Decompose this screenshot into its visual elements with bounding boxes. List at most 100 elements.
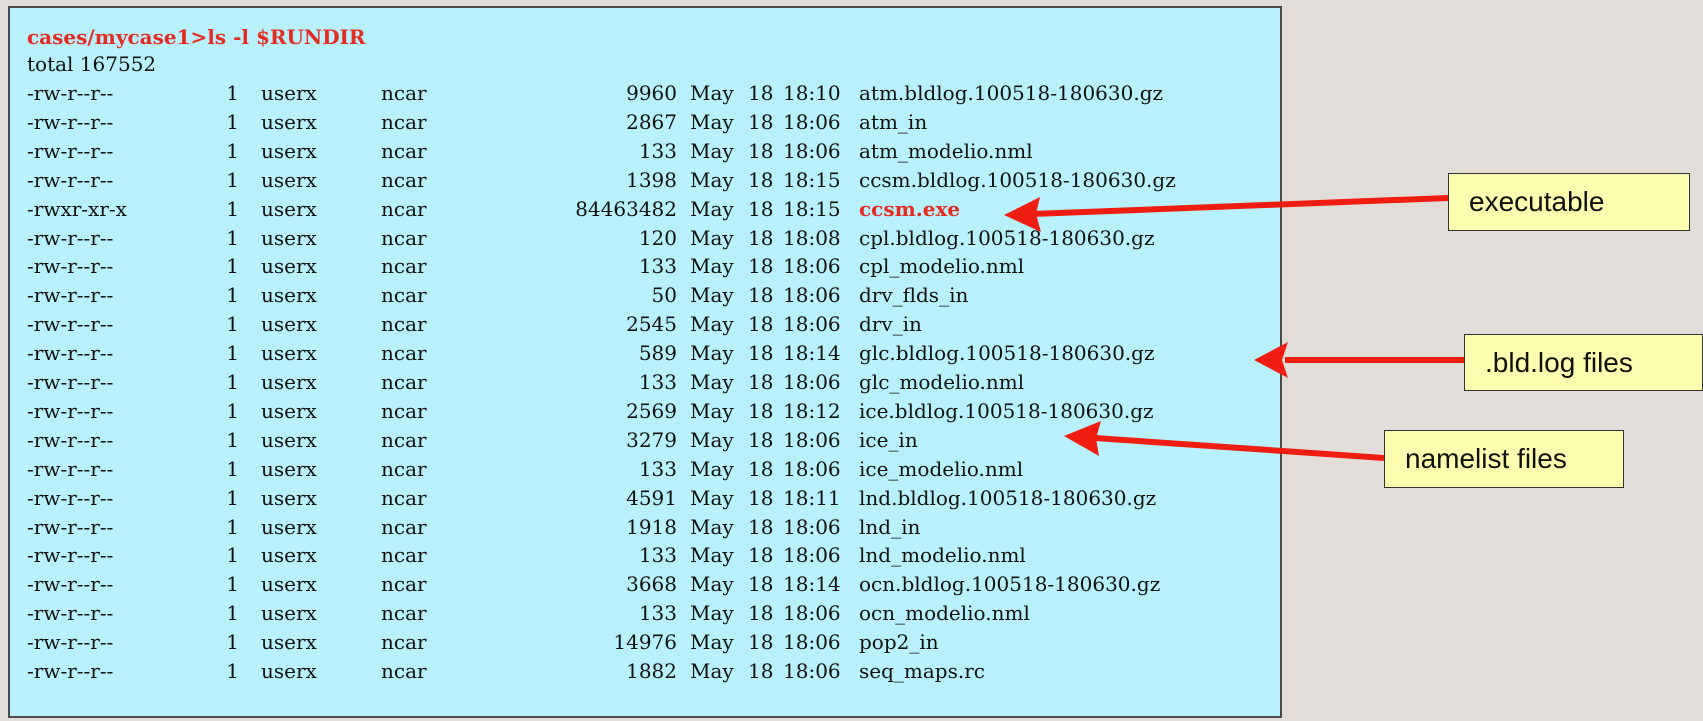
callout-bldlog-label: .bld.log files [1485,346,1633,378]
listing-group: ncar [381,398,427,423]
listing-name: drv_flds_in [859,283,969,308]
listing-group: ncar [381,167,427,192]
listing-row: -rw-r--r-- 1 userx ncar 3668 May 18 18:14 ocn.bl… [27,570,1257,598]
listing-day: 18 [748,514,774,539]
callout-executable: executable [1448,173,1690,231]
listing-group: ncar [381,81,427,105]
listing-size: 1882 [626,659,677,683]
listing-time: 18:06 [783,138,841,163]
listing-time: 18:15 [783,167,841,192]
listing-name: ice.bldlog.100518-180630.gz [859,398,1154,423]
listing-time: 18:06 [783,514,841,539]
listing-day: 18 [748,543,774,568]
listing-group: ncar [381,138,427,163]
listing-day: 18 [748,572,774,597]
listing-perm: -rw-r--r-- [27,81,114,105]
listing-row: -rw-r--r-- 1 userx ncar 120 May 18 18:08 cpl.bld… [27,224,1257,252]
listing-size: 2545 [626,312,677,337]
listing-links: 1 [226,312,239,337]
listing-name: pop2_in [859,630,939,655]
listing-month: May [690,543,734,568]
listing-name: ice_modelio.nml [859,456,1024,481]
listing-group: ncar [381,514,427,539]
listing-owner: userx [261,138,317,163]
listing-size: 120 [638,225,677,250]
listing-time: 18:12 [783,398,841,423]
listing-size: 50 [651,283,677,308]
listing-perm: -rw-r--r-- [27,167,114,192]
listing-time: 18:06 [783,427,841,452]
listing-name: lnd.bldlog.100518-180630.gz [859,485,1157,510]
listing-links: 1 [226,138,239,163]
listing-links: 1 [226,398,239,423]
listing-links: 1 [226,630,239,655]
listing-row: -rw-r--r-- 1 userx ncar 133 May 18 18:06 lnd_mod… [27,541,1257,569]
listing-size: 133 [638,370,677,394]
listing-name: atm.bldlog.100518-180630.gz [859,81,1164,105]
listing-owner: userx [261,659,317,683]
listing-month: May [690,659,734,683]
listing-owner: userx [261,341,317,366]
listing-day: 18 [748,283,774,308]
listing-name: ocn.bldlog.100518-180630.gz [859,572,1161,597]
listing-group: ncar [381,254,427,279]
listing-month: May [690,254,734,279]
listing-group: ncar [381,109,427,134]
listing-day: 18 [748,167,774,192]
listing-name: atm_modelio.nml [859,138,1033,163]
listing-size: 14976 [613,630,677,655]
listing-owner: userx [261,485,317,510]
callout-namelist: namelist files [1384,430,1624,488]
listing-month: May [690,572,734,597]
listing-day: 18 [748,630,774,655]
listing-perm: -rw-r--r-- [27,601,114,626]
callout-executable-label: executable [1469,186,1605,217]
listing-perm: -rw-r--r-- [27,543,114,568]
listing-group: ncar [381,543,427,568]
listing-time: 18:08 [783,225,841,250]
listing-month: May [690,312,734,337]
listing-perm: -rwxr-xr-x [27,196,127,221]
listing-owner: userx [261,81,317,105]
listing-perm: -rw-r--r-- [27,283,114,308]
listing-group: ncar [381,312,427,337]
listing-time: 18:06 [783,630,841,655]
listing-size: 133 [638,138,677,163]
listing-name: ocn_modelio.nml [859,601,1030,626]
listing-perm: -rw-r--r-- [27,659,114,683]
listing-size: 2569 [626,398,677,423]
listing-perm: -rw-r--r-- [27,370,114,394]
listing-owner: userx [261,254,317,279]
listing-month: May [690,109,734,134]
listing-month: May [690,485,734,510]
listing-row: -rw-r--r-- 1 userx ncar 9960 May 18 18:10 atm.bl… [27,79,1257,107]
listing-row: -rw-r--r-- 1 userx ncar 133 May 18 18:06 cpl_mod… [27,252,1257,280]
listing-name: lnd_in [859,514,921,539]
listing-owner: userx [261,370,317,394]
listing-owner: userx [261,283,317,308]
listing-name: glc.bldlog.100518-180630.gz [859,341,1155,366]
listing-group: ncar [381,283,427,308]
listing-row: -rw-r--r-- 1 userx ncar 133 May 18 18:06 ice_mod… [27,455,1257,483]
listing-day: 18 [748,109,774,134]
listing-perm: -rw-r--r-- [27,225,114,250]
listing-links: 1 [226,196,239,221]
listing-group: ncar [381,601,427,626]
listing-name: ccsm.exe [859,196,961,221]
listing-day: 18 [748,312,774,337]
listing-row: -rw-r--r-- 1 userx ncar 589 May 18 18:14 glc.bld… [27,339,1257,367]
listing-owner: userx [261,225,317,250]
listing-size: 1918 [626,514,677,539]
listing-size: 4591 [626,485,677,510]
listing-links: 1 [226,427,239,452]
listing-day: 18 [748,398,774,423]
listing-name: seq_maps.rc [859,659,985,683]
listing-row: -rw-r--r-- 1 userx ncar 1882 May 18 18:06 seq_ma… [27,657,1257,685]
listing-time: 18:10 [783,81,841,105]
listing-name: cpl.bldlog.100518-180630.gz [859,225,1155,250]
listing-month: May [690,370,734,394]
listing-perm: -rw-r--r-- [27,427,114,452]
listing-row: -rw-r--r-- 1 userx ncar 2569 May 18 18:12 ice.bl… [27,397,1257,425]
listing-day: 18 [748,196,774,221]
listing-month: May [690,196,734,221]
